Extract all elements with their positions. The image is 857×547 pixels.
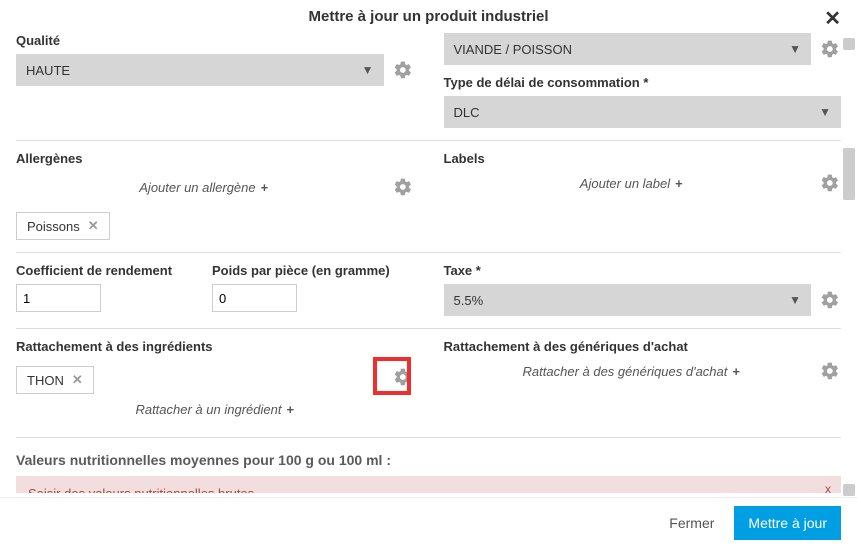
tax-select[interactable]: 5.5% ▼ <box>444 284 812 316</box>
close-icon[interactable]: ✕ <box>824 6 841 31</box>
modal-title: Mettre à jour un produit industriel <box>309 8 549 25</box>
divider <box>16 437 841 438</box>
modal-footer: Fermer Mettre à jour <box>0 497 857 547</box>
ingredients-label: Rattachement à des ingrédients <box>16 339 414 354</box>
scrollbar-thumb[interactable] <box>843 148 855 200</box>
gear-icon[interactable] <box>819 289 841 311</box>
consumption-select[interactable]: DLC ▼ <box>444 96 842 128</box>
add-ingredient-label: Rattacher à un ingrédient <box>135 402 281 417</box>
chevron-down-icon: ▼ <box>789 42 801 56</box>
gear-icon[interactable] <box>819 38 841 60</box>
quality-select[interactable]: HAUTE ▼ <box>16 54 384 86</box>
category-select[interactable]: VIANDE / POISSON ▼ <box>444 33 812 65</box>
scroll-down-icon[interactable] <box>843 484 855 496</box>
plus-icon: + <box>675 176 683 191</box>
tax-value: 5.5% <box>454 293 484 308</box>
modal-header: Mettre à jour un produit industriel ✕ <box>0 0 857 33</box>
remove-icon[interactable]: ✕ <box>72 372 83 388</box>
weight-label: Poids par pièce (en gramme) <box>212 263 414 278</box>
gear-icon[interactable] <box>392 59 414 81</box>
gear-icon[interactable] <box>392 176 414 198</box>
remove-icon[interactable]: ✕ <box>88 218 99 234</box>
gear-icon[interactable] <box>819 172 841 194</box>
submit-button[interactable]: Mettre à jour <box>734 506 841 540</box>
tax-label: Taxe * <box>444 263 842 278</box>
allergens-label: Allergènes <box>16 151 414 166</box>
quality-label: Qualité <box>16 33 414 48</box>
divider <box>16 140 841 141</box>
add-ingredient-button[interactable]: Rattacher à un ingrédient + <box>135 402 294 417</box>
labels-label: Labels <box>444 151 842 166</box>
chevron-down-icon: ▼ <box>362 63 374 77</box>
chevron-down-icon: ▼ <box>819 105 831 119</box>
allergen-chip-label: Poissons <box>27 219 80 234</box>
plus-icon: + <box>286 402 294 417</box>
scroll-up-icon[interactable] <box>843 38 855 50</box>
yield-input[interactable] <box>16 284 101 312</box>
chevron-down-icon: ▼ <box>789 293 801 307</box>
nutrition-banner-button[interactable]: Saisir des valeurs nutritionnelles brute… <box>16 476 841 493</box>
add-allergen-button[interactable]: Ajouter un allergène + <box>139 180 268 195</box>
add-generic-label: Rattacher à des génériques d'achat <box>523 364 728 379</box>
plus-icon: + <box>732 364 740 379</box>
consumption-label: Type de délai de consommation * <box>444 75 842 90</box>
ingredient-chip-label: THON <box>27 373 64 388</box>
category-value: VIANDE / POISSON <box>454 42 572 57</box>
allergen-chip[interactable]: Poissons ✕ <box>16 212 110 240</box>
plus-icon: + <box>261 180 269 195</box>
modal-body: Qualité HAUTE ▼ VIANDE / POISSON ▼ Type … <box>0 33 857 493</box>
add-allergen-label: Ajouter un allergène <box>139 180 255 195</box>
quality-value: HAUTE <box>26 63 70 78</box>
add-generic-button[interactable]: Rattacher à des génériques d'achat + <box>523 364 740 379</box>
consumption-value: DLC <box>454 105 480 120</box>
divider <box>16 328 841 329</box>
close-button[interactable]: Fermer <box>661 509 722 537</box>
close-icon[interactable]: x <box>825 482 831 493</box>
nutrition-title: Valeurs nutritionnelles moyennes pour 10… <box>16 452 841 468</box>
gear-icon[interactable] <box>819 360 841 382</box>
yield-label: Coefficient de rendement <box>16 263 196 278</box>
generics-label: Rattachement à des génériques d'achat <box>444 339 842 354</box>
add-label-button[interactable]: Ajouter un label + <box>580 176 683 191</box>
add-label-text: Ajouter un label <box>580 176 670 191</box>
nutrition-banner-text: Saisir des valeurs nutritionnelles brute… <box>28 486 254 493</box>
ingredient-chip[interactable]: THON ✕ <box>16 366 94 394</box>
divider <box>16 252 841 253</box>
gear-icon[interactable] <box>392 366 414 388</box>
weight-input[interactable] <box>212 284 297 312</box>
